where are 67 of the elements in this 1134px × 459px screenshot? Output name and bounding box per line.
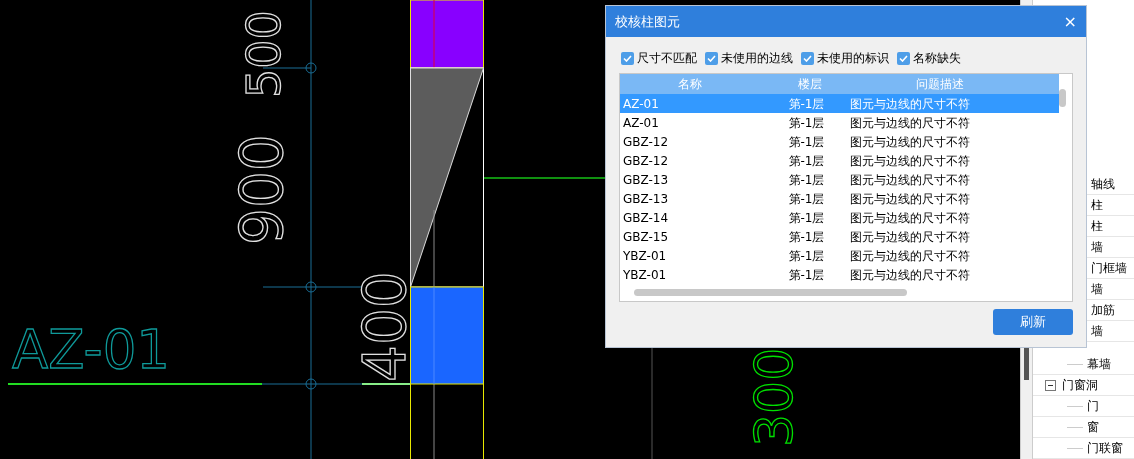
- table-cell-text: 第-1层: [787, 133, 826, 151]
- dimension-label: 400: [351, 271, 419, 382]
- checkbox-label[interactable]: 未使用的标识: [817, 49, 889, 67]
- tree-item[interactable]: 幕墙: [1087, 355, 1111, 373]
- table-cell-text: 第-1层: [787, 114, 826, 132]
- table-cell-text: 图元与边线的尺寸不符: [850, 228, 970, 246]
- table-cell-text: 图元与边线的尺寸不符: [850, 209, 970, 227]
- refresh-button[interactable]: 刷新: [993, 309, 1073, 335]
- close-button[interactable]: ×: [1063, 13, 1077, 30]
- table-cell-text: 第-1层: [787, 95, 826, 113]
- tree-item[interactable]: 柱: [1091, 196, 1103, 214]
- tree-item[interactable]: 门窗洞: [1062, 376, 1098, 394]
- tree-item[interactable]: 柱: [1091, 217, 1103, 235]
- table-cell-text: 第-1层: [787, 190, 826, 208]
- table-cell-text: 图元与边线的尺寸不符: [850, 114, 970, 132]
- tree-item[interactable]: 墙: [1091, 322, 1103, 340]
- collapse-toggle-icon[interactable]: [1045, 379, 1056, 391]
- table-cell-text: 图元与边线的尺寸不符: [850, 190, 970, 208]
- checkmark-icon: [707, 54, 716, 62]
- checkbox[interactable]: [801, 51, 814, 65]
- table-cell-text: 第-1层: [787, 266, 826, 284]
- table-cell-text: AZ-01: [622, 95, 660, 113]
- tree-item[interactable]: 窗: [1087, 418, 1099, 436]
- tree-item[interactable]: 墙: [1091, 238, 1103, 256]
- table-cell-text: 第-1层: [787, 247, 826, 265]
- table-cell-text: GBZ-13: [622, 171, 670, 189]
- component-name-label: AZ-01: [12, 318, 174, 381]
- tree-item[interactable]: 墙: [1091, 280, 1103, 298]
- table-cell-text: GBZ-12: [622, 133, 670, 151]
- checkmark-icon: [623, 54, 632, 62]
- table-cell-text: 第-1层: [787, 171, 826, 189]
- table-cell-text: 图元与边线的尺寸不符: [850, 95, 970, 113]
- table-cell-text: 图元与边线的尺寸不符: [850, 152, 970, 170]
- table-cell-text: GBZ-15: [622, 228, 670, 246]
- checkmark-icon: [803, 54, 812, 62]
- checkbox[interactable]: [705, 51, 718, 65]
- horizontal-scrollbar-thumb[interactable]: [634, 289, 907, 296]
- table-cell-text: YBZ-01: [622, 247, 668, 265]
- tree-item[interactable]: 门联窗: [1087, 439, 1123, 457]
- tree-item[interactable]: 门框墙: [1091, 259, 1127, 277]
- tree-item[interactable]: 轴线: [1091, 175, 1115, 193]
- table-cell-text: 第-1层: [787, 228, 826, 246]
- checkbox[interactable]: [621, 51, 634, 65]
- table-cell-text: GBZ-12: [622, 152, 670, 170]
- checkmark-icon: [899, 54, 908, 62]
- table-cell-text: GBZ-13: [622, 190, 670, 208]
- table-cell-text: 第-1层: [787, 152, 826, 170]
- table-cell-text: 图元与边线的尺寸不符: [850, 266, 970, 284]
- table-cell-text: 图元与边线的尺寸不符: [850, 247, 970, 265]
- table-cell-text: AZ-01: [622, 114, 660, 132]
- checkbox[interactable]: [897, 51, 910, 65]
- checkbox-label[interactable]: 未使用的边线: [721, 49, 793, 67]
- checkbox-label[interactable]: 名称缺失: [913, 49, 961, 67]
- table-cell-text: 第-1层: [787, 209, 826, 227]
- elevation-label: 300: [744, 347, 804, 447]
- checkbox-label[interactable]: 尺寸不匹配: [637, 49, 697, 67]
- tree-item[interactable]: 门: [1087, 397, 1099, 415]
- vertical-scrollbar-thumb[interactable]: [1059, 89, 1066, 107]
- dimension-label: 500: [237, 10, 291, 98]
- tree-item[interactable]: 加筋: [1091, 301, 1115, 319]
- table-cell-text: YBZ-01: [622, 266, 668, 284]
- dimension-label: 900: [228, 134, 296, 245]
- dialog-title: 校核柱图元: [615, 12, 680, 31]
- table-cell-text: GBZ-14: [622, 209, 670, 227]
- wall-line: [361, 383, 411, 385]
- table-cell-text: 图元与边线的尺寸不符: [850, 171, 970, 189]
- table-cell-text: 图元与边线的尺寸不符: [850, 133, 970, 151]
